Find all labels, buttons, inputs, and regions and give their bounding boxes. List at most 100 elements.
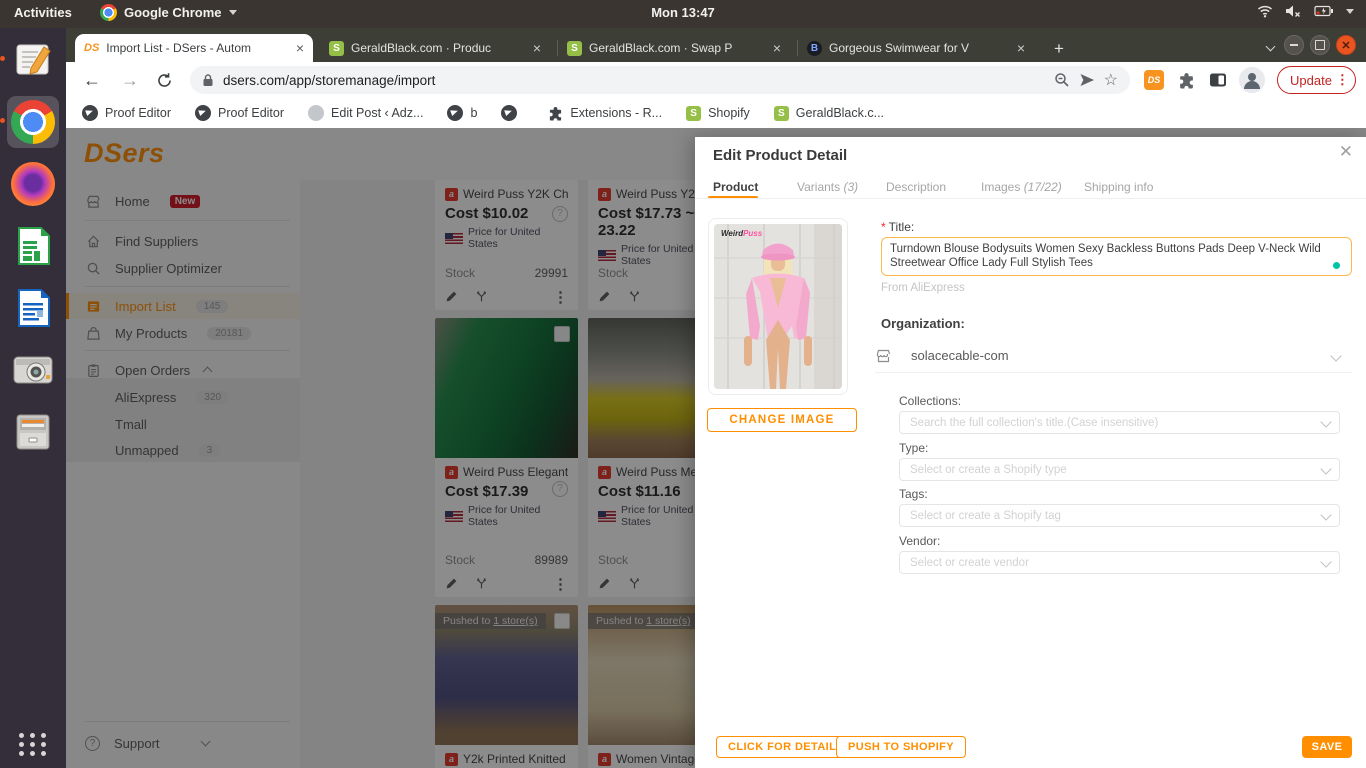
activities-button[interactable]: Activities bbox=[14, 5, 72, 20]
caret-down-icon bbox=[229, 10, 237, 15]
product-photo-card: WeirdPuss bbox=[708, 218, 848, 395]
back-button[interactable]: ← bbox=[80, 70, 104, 91]
tab-geraldblack-swap[interactable]: S GeraldBlack.com · Swap P × bbox=[558, 34, 790, 62]
lock-icon bbox=[202, 73, 214, 87]
reload-button[interactable] bbox=[156, 72, 180, 89]
change-image-button[interactable]: CHANGE IMAGE bbox=[707, 408, 857, 432]
tab-label: Gorgeous Swimwear for V bbox=[829, 41, 1010, 55]
shopify-favicon: S bbox=[567, 41, 582, 56]
bookmark-proof-editor-1[interactable]: Proof Editor bbox=[82, 105, 171, 121]
update-label: Update bbox=[1290, 73, 1332, 88]
title-label: *Title: bbox=[881, 220, 914, 234]
globe-icon bbox=[501, 105, 517, 121]
push-to-shopify-button[interactable]: PUSH TO SHOPIFY bbox=[836, 736, 966, 758]
title-input[interactable]: Turndown Blouse Bodysuits Women Sexy Bac… bbox=[881, 237, 1352, 276]
vendor-select[interactable] bbox=[899, 551, 1340, 574]
type-input[interactable] bbox=[899, 458, 1340, 481]
tab-dsers-import-list[interactable]: DS Import List - DSers - Autom × bbox=[75, 34, 313, 62]
click-for-details-button[interactable]: CLICK FOR DETAILS bbox=[716, 736, 856, 758]
globe-icon bbox=[195, 105, 211, 121]
collections-select[interactable] bbox=[899, 411, 1340, 434]
tab-description[interactable]: Description bbox=[886, 180, 946, 194]
type-select[interactable] bbox=[899, 458, 1340, 481]
bookmark-unnamed[interactable] bbox=[501, 105, 524, 121]
tags-input[interactable] bbox=[899, 504, 1340, 527]
update-button[interactable]: Update ⋮ bbox=[1277, 66, 1356, 94]
type-label: Type: bbox=[899, 441, 928, 455]
grammarly-dot-icon[interactable] bbox=[1333, 262, 1340, 269]
address-bar[interactable]: dsers.com/app/storemanage/import ☆ bbox=[190, 66, 1130, 94]
dock-google-chrome[interactable] bbox=[7, 96, 59, 148]
organization-label: Organization: bbox=[881, 316, 965, 331]
globe-icon bbox=[447, 105, 463, 121]
tab-label: Import List - DSers - Autom bbox=[106, 41, 289, 55]
tab-shipping-info[interactable]: Shipping info bbox=[1084, 180, 1153, 194]
chrome-icon bbox=[100, 4, 117, 21]
collections-label: Collections: bbox=[899, 394, 961, 408]
tab-close-icon[interactable]: × bbox=[296, 41, 304, 55]
collections-input[interactable] bbox=[899, 411, 1340, 434]
bookmark-extensions[interactable]: Extensions - R... bbox=[548, 106, 662, 121]
brand-watermark: WeirdPuss bbox=[721, 229, 762, 238]
shopify-icon: S bbox=[686, 106, 701, 121]
tags-label: Tags: bbox=[899, 487, 928, 501]
browser-menu-icon[interactable]: ⋮ bbox=[1336, 72, 1349, 88]
volume-muted-icon bbox=[1285, 4, 1302, 18]
extensions-puzzle-icon[interactable] bbox=[1178, 72, 1195, 89]
store-select[interactable]: solacecable-com bbox=[875, 339, 1352, 373]
dsers-extension-icon[interactable]: DS bbox=[1144, 70, 1164, 90]
tab-close-icon[interactable]: × bbox=[773, 41, 781, 55]
side-panel-icon[interactable] bbox=[1209, 72, 1227, 88]
shopify-icon: S bbox=[774, 106, 789, 121]
source-link[interactable]: From AliExpress bbox=[881, 282, 965, 294]
zoom-icon[interactable] bbox=[1054, 72, 1070, 88]
vendor-label: Vendor: bbox=[899, 534, 940, 548]
dock-app-grid[interactable] bbox=[19, 733, 48, 756]
dock-firefox[interactable] bbox=[7, 158, 59, 210]
tab-product[interactable]: Product bbox=[713, 180, 758, 194]
tab-images[interactable]: Images (17/22) bbox=[981, 180, 1062, 194]
dock bbox=[0, 28, 66, 768]
bookmark-edit-post[interactable]: Edit Post ‹ Adz... bbox=[308, 105, 423, 121]
vendor-input[interactable] bbox=[899, 551, 1340, 574]
modal-title: Edit Product Detail bbox=[713, 147, 847, 164]
window-close-button[interactable]: ✕ bbox=[1336, 35, 1356, 55]
tab-variants[interactable]: Variants (3) bbox=[797, 180, 858, 194]
product-photo: WeirdPuss bbox=[714, 224, 842, 389]
tab-search-caret-icon[interactable] bbox=[1267, 40, 1274, 58]
browser-toolbar: ← → dsers.com/app/storemanage/import ☆ D… bbox=[66, 62, 1366, 98]
globe-icon bbox=[82, 105, 98, 121]
bookmark-proof-editor-2[interactable]: Proof Editor bbox=[195, 105, 284, 121]
send-icon[interactable] bbox=[1079, 72, 1095, 88]
save-button[interactable]: SAVE bbox=[1302, 736, 1352, 758]
bookmark-geraldblack[interactable]: SGeraldBlack.c... bbox=[774, 106, 884, 121]
dock-libreoffice-calc[interactable] bbox=[7, 220, 59, 272]
tab-label: GeraldBlack.com · Swap P bbox=[589, 41, 766, 55]
dock-screenshot-tool[interactable] bbox=[7, 344, 59, 396]
tab-close-icon[interactable]: × bbox=[1017, 41, 1025, 55]
bookmarks-bar: Proof Editor Proof Editor Edit Post ‹ Ad… bbox=[66, 98, 1366, 128]
dock-text-editor[interactable] bbox=[7, 34, 59, 86]
bookmark-b[interactable]: b bbox=[447, 105, 477, 121]
divider bbox=[695, 198, 1366, 199]
forward-button[interactable]: → bbox=[118, 70, 142, 91]
tab-close-icon[interactable]: × bbox=[533, 41, 541, 55]
tags-select[interactable] bbox=[899, 504, 1340, 527]
new-tab-button[interactable]: + bbox=[1048, 38, 1070, 60]
close-icon[interactable]: ✕ bbox=[1339, 142, 1353, 162]
dock-archive-manager[interactable] bbox=[7, 406, 59, 458]
app-menu[interactable]: Google Chrome bbox=[100, 4, 237, 21]
profile-avatar[interactable] bbox=[1239, 67, 1265, 93]
wifi-icon bbox=[1257, 4, 1273, 18]
tab-geraldblack-products[interactable]: S GeraldBlack.com · Produc × bbox=[320, 34, 550, 62]
window-minimize-button[interactable] bbox=[1284, 35, 1304, 55]
system-tray[interactable] bbox=[1257, 4, 1354, 18]
bookmark-star-icon[interactable]: ☆ bbox=[1104, 70, 1118, 90]
bookmark-shopify[interactable]: SShopify bbox=[686, 106, 750, 121]
tab-label: GeraldBlack.com · Produc bbox=[351, 41, 526, 55]
tab-gorgeous-swimwear[interactable]: B Gorgeous Swimwear for V × bbox=[798, 34, 1034, 62]
window-maximize-button[interactable] bbox=[1310, 35, 1330, 55]
dsers-page: DSers Home New Find Suppliers Supplier O… bbox=[66, 128, 1366, 768]
clock[interactable]: Mon 13:47 bbox=[651, 5, 715, 20]
dock-libreoffice-writer[interactable] bbox=[7, 282, 59, 334]
